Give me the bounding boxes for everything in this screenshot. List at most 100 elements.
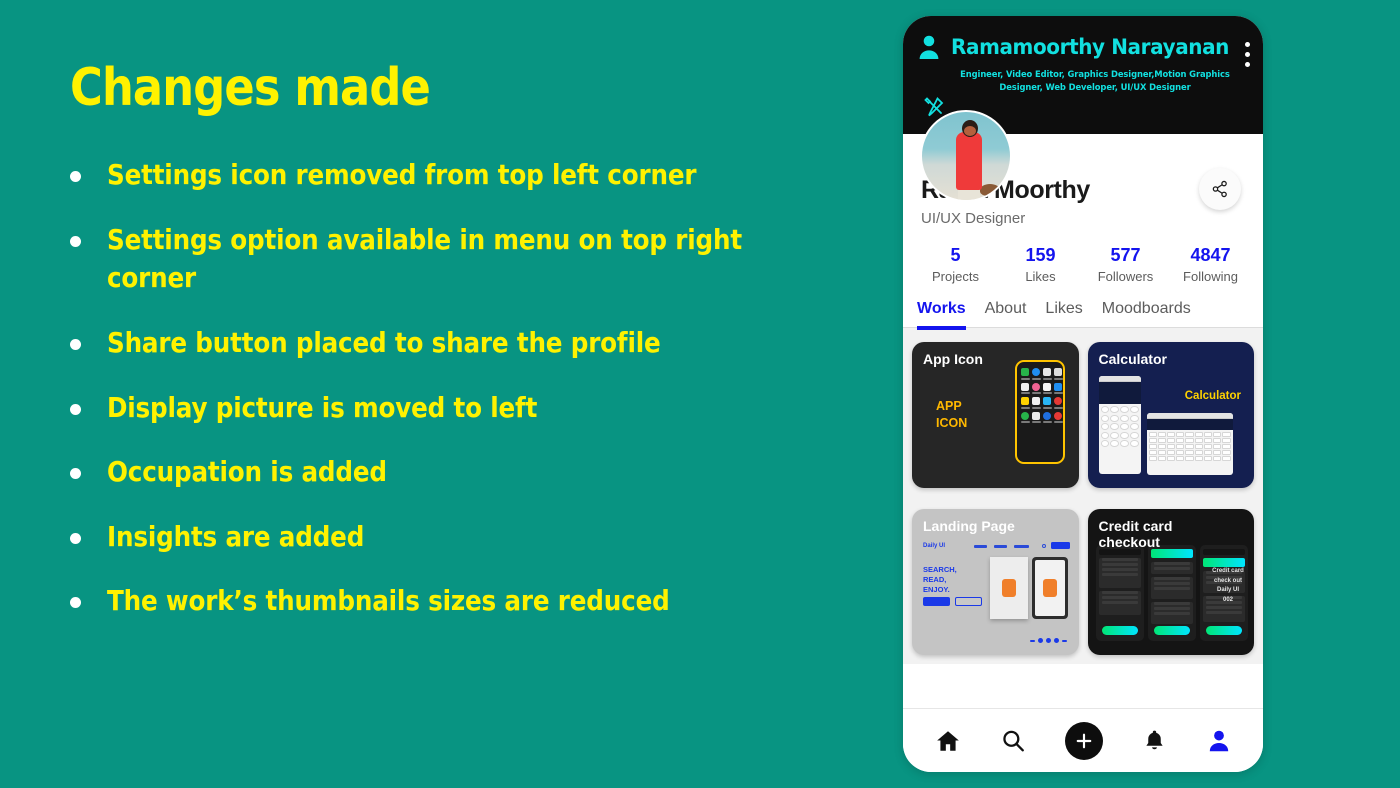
bullet-dot-icon [70,403,81,415]
work-card-calculator[interactable]: Calculator Calculator [1087,342,1254,488]
changes-list: Settings icon removed from top left corn… [70,156,840,621]
occupation-label: UI/UX Designer [921,210,1026,227]
list-item: Settings option available in menu on top… [70,221,840,298]
content-panel: Changes made Settings icon removed from … [0,0,880,788]
bullet-dot-icon [70,338,81,350]
landing-cta-top [1050,542,1070,549]
page-title: Changes made [70,58,431,118]
header-subtitle-wrap: Engineer, Video Editor, Graphics Designe… [917,68,1249,93]
landing-tablet [1032,557,1068,619]
checkout-note-line4: 002 [1222,596,1233,603]
landing-primary-button [923,597,950,606]
kebab-menu-icon[interactable] [1245,42,1250,67]
calculator-phone-graphic [1098,376,1141,474]
avatar-shape [964,126,976,136]
card-title: Landing Page [923,518,1015,534]
list-item-label: Insights are added [107,519,365,553]
card-caption: APP ICON [936,398,967,432]
stat-value: 577 [1110,245,1141,265]
home-icon [936,730,959,751]
bell-icon [1145,730,1163,750]
landing-heading: SEARCH, READ, ENJOY. [923,565,957,595]
nav-profile[interactable] [1206,728,1232,754]
nav-notifications[interactable] [1142,728,1167,753]
profile-tabs: Works About Likes Moodboards [903,284,1263,330]
add-icon [1076,733,1091,748]
app-icon-grid [1020,368,1063,423]
list-item: Display picture is moved to left [70,389,840,428]
list-item: Occupation is added [70,453,840,492]
search-icon [1002,730,1024,751]
stat-value: 4847 [1190,245,1231,265]
checkout-note: Credit card check out Daily UI 002 [1208,567,1248,605]
nav-search[interactable] [1000,728,1026,754]
stat-value: 159 [1025,245,1056,265]
slide-root: Changes made Settings icon removed from … [0,0,1400,788]
work-card-landing-page[interactable]: Landing Page Daily UI SEARCH, READ, ENJOY. [912,509,1079,655]
checkout-phone-graphic [1147,545,1196,641]
avatar-shape [980,184,1000,196]
card-title: Calculator [1098,351,1167,367]
card-title: App Icon [923,351,983,367]
stat-label: Followers [1097,269,1154,284]
landing-nav-link [974,545,987,548]
card-caption: Calculator [1184,390,1241,402]
stat-label: Following [1183,269,1238,284]
landing-nav-link [994,545,1007,548]
tab-about[interactable]: About [985,300,1027,327]
tab-moodboards[interactable]: Moodboards [1102,300,1191,327]
phone-mockup: Ramamoorthy Narayanan Engineer, Video Ed… [903,16,1263,772]
calculator-tablet-graphic [1146,413,1233,475]
works-grid: App Icon APP ICON Calculator Calculator … [903,328,1263,664]
tab-likes[interactable]: Likes [1045,300,1082,327]
nav-add-button[interactable] [1064,721,1103,760]
phone-mockup-graphic [1014,360,1065,464]
bullet-dot-icon [70,171,81,182]
insights-stats: 5 Projects 159 Likes 577 Followers 4847 … [903,227,1263,284]
list-item-label: Settings icon removed from top left corn… [107,158,697,191]
bottom-navigation [903,708,1263,772]
header-username: Ramamoorthy Narayanan [951,35,1230,59]
work-card-app-icon[interactable]: App Icon APP ICON [912,342,1079,488]
list-item-label: Settings option available in menu on top… [107,222,742,295]
bullet-dot-icon [70,532,81,544]
list-item: Share button placed to share the profile [70,324,840,363]
list-item: Insights are added [70,518,840,557]
list-item: The work’s thumbnails sizes are reduced [70,582,840,621]
stat-followers[interactable]: 577 Followers [1083,245,1168,284]
nav-home[interactable] [935,728,961,754]
stat-label: Likes [1025,269,1056,284]
share-icon [1212,180,1227,198]
header-subtitle: Engineer, Video Editor, Graphics Designe… [960,69,1230,92]
checkout-note-line3: Daily UI [1216,587,1239,594]
bullet-dot-icon [70,468,81,480]
avatar [920,110,1012,202]
checkout-note-line1: Credit card [1212,568,1244,574]
stat-label: Projects [932,269,979,284]
landing-carousel-dots [1029,638,1067,643]
landing-nav-link [1014,545,1029,548]
list-item-label: The work’s thumbnails sizes are reduced [107,584,670,618]
checkout-phone-graphic [1095,545,1144,641]
card-caption-line2: ICON [936,415,968,430]
search-icon [1041,544,1046,548]
landing-page-sheet [990,557,1028,619]
checkout-note-line2: check out [1213,577,1242,584]
list-item-label: Display picture is moved to left [107,390,538,424]
work-card-credit-card-checkout[interactable]: Credit card checkout Credit card check o… [1087,509,1254,655]
header-row: Ramamoorthy Narayanan [917,34,1249,60]
profile-icon [1209,730,1228,751]
stat-value: 5 [950,245,961,265]
share-button[interactable] [1199,168,1241,210]
card-caption-line1: APP [936,399,962,413]
stat-projects[interactable]: 5 Projects [913,245,998,284]
list-item-label: Occupation is added [107,455,387,489]
avatar-shape [956,132,982,190]
stat-following[interactable]: 4847 Following [1168,245,1253,284]
person-icon [917,34,941,60]
list-item: Settings icon removed from top left corn… [70,156,840,195]
landing-brand: Daily UI [923,543,946,549]
tab-works[interactable]: Works [917,300,966,330]
card-title: Credit card checkout [1098,518,1173,551]
stat-likes[interactable]: 159 Likes [998,245,1083,284]
